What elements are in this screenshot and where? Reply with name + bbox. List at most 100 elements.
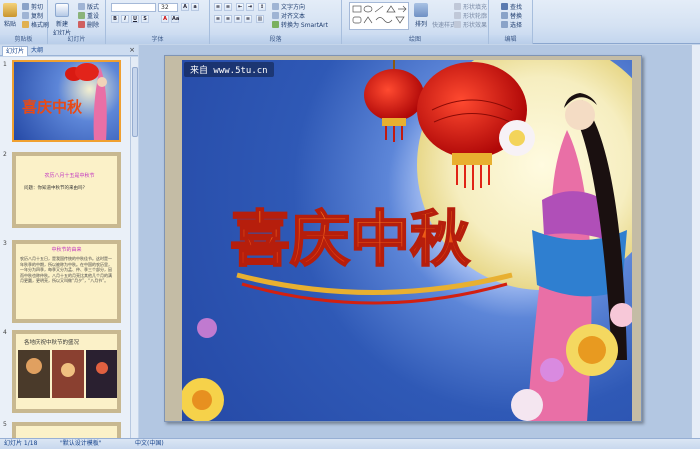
align-right-button[interactable]: ≡ — [234, 15, 242, 23]
scissors-icon — [22, 3, 29, 10]
slide-thumbnails: 1 喜庆中秋 2 农历八月十五是中秋节 问题：你知道中秋节的来由吗？ 3 中秋节… — [0, 57, 130, 438]
paste-button[interactable]: 粘贴 — [3, 3, 17, 28]
paste-icon — [3, 3, 17, 17]
thumb-text: 农历八月十五日，是我国传统的中秋佳节。这时是一年秋季的中期，所以被称为中秋。在中… — [20, 256, 112, 283]
layout-button[interactable]: 版式 — [78, 2, 99, 11]
effects-icon — [454, 21, 461, 28]
font-group: 32 A a B I U S A Aa 字体 — [106, 0, 210, 44]
slides-group-label: 幻灯片 — [48, 35, 105, 44]
thumb-number: 2 — [3, 151, 7, 158]
align-left-button[interactable]: ≡ — [214, 15, 222, 23]
decrease-indent-button[interactable]: ⇤ — [236, 3, 244, 11]
current-slide[interactable]: 喜庆中秋 来自 www.5tu.cn — [164, 55, 642, 422]
shape-effects-button[interactable]: 形状效果 — [454, 20, 487, 29]
thumb-number: 1 — [3, 61, 7, 68]
clear-format-button[interactable]: Aa — [171, 15, 179, 23]
numbering-button[interactable]: ≡ — [224, 3, 232, 11]
strikethrough-button[interactable]: S — [141, 15, 149, 23]
arrange-button[interactable]: 排列 — [414, 3, 428, 28]
thumbnail-scrollbar[interactable] — [130, 57, 138, 438]
slide-thumbnail-1[interactable]: 喜庆中秋 — [12, 60, 121, 142]
clipboard-group-label: 剪贴板 — [0, 35, 47, 44]
justify-button[interactable]: ≡ — [244, 15, 252, 23]
copy-icon — [22, 12, 29, 19]
slides-group: 新建 幻灯片 版式 重设 删除 幻灯片 — [48, 0, 106, 44]
copy-button[interactable]: 复制 — [22, 11, 43, 20]
layout-icon — [78, 3, 85, 10]
thumb-title: 农历八月十五是中秋节 — [44, 173, 95, 179]
format-painter-button[interactable]: 格式刷 — [22, 20, 49, 29]
replace-button[interactable]: 替换 — [501, 11, 522, 20]
replace-icon — [501, 12, 508, 19]
fill-icon — [454, 3, 461, 10]
smartart-button[interactable]: 转换为 SmartArt — [272, 20, 328, 29]
new-slide-icon — [55, 3, 69, 17]
shape-fill-button[interactable]: 形状填充 — [454, 2, 487, 11]
cut-button[interactable]: 剪切 — [22, 2, 43, 11]
tab-slides[interactable]: 幻灯片 — [2, 46, 29, 56]
text-direction-button[interactable]: 文字方向 — [272, 2, 305, 11]
slide-thumbnail-4[interactable]: 各地庆祝中秋节的盛况 — [12, 330, 121, 413]
font-group-label: 字体 — [106, 35, 209, 44]
theme-name: "默认设计模板" — [60, 440, 102, 447]
shrink-font-button[interactable]: a — [191, 3, 199, 11]
drawing-group-label: 绘图 — [342, 35, 488, 44]
underline-button[interactable]: U — [131, 15, 139, 23]
scrollbar-thumb[interactable] — [132, 67, 138, 137]
svg-text:喜庆中秋: 喜庆中秋 — [22, 98, 83, 116]
mid-autumn-artwork: 喜庆中秋 — [182, 60, 632, 421]
status-bar: 幻灯片 1/18 "默认设计模板" 中文(中国) — [0, 438, 700, 449]
clipboard-group: 粘贴 剪切 复制 格式刷 剪贴板 — [0, 0, 49, 44]
shapes-gallery[interactable] — [349, 2, 409, 30]
thumb-title: 各地庆祝中秋节的盛况 — [24, 340, 80, 346]
bold-button[interactable]: B — [111, 15, 119, 23]
font-name-combo[interactable] — [111, 3, 156, 12]
grow-font-button[interactable]: A — [181, 3, 189, 11]
photo-collage-icon — [18, 350, 117, 398]
panel-tabs: 幻灯片 大纲 × — [0, 45, 138, 56]
slide-count: 幻灯片 1/18 — [4, 440, 38, 447]
cursor-icon — [501, 21, 508, 28]
slide1-preview-icon: 喜庆中秋 — [22, 63, 107, 140]
bullets-button[interactable]: ≡ — [214, 3, 222, 11]
drawing-group: 排列 快速样式 形状填充 形状轮廓 形状效果 绘图 — [342, 0, 489, 44]
font-color-button[interactable]: A — [161, 15, 169, 23]
editor-scrollbar[interactable] — [691, 45, 700, 438]
line-spacing-button[interactable]: ↕ — [258, 3, 266, 11]
reset-button[interactable]: 重设 — [78, 11, 99, 20]
language: 中文(中国) — [135, 440, 164, 447]
reset-icon — [78, 12, 85, 19]
quick-styles-button[interactable]: 快速样式 — [432, 20, 456, 29]
slide-canvas: 喜庆中秋 来自 www.5tu.cn — [182, 60, 632, 421]
close-icon[interactable]: × — [129, 46, 135, 54]
delete-icon — [78, 21, 85, 28]
font-size-combo[interactable]: 32 — [158, 3, 178, 12]
increase-indent-button[interactable]: ⇥ — [246, 3, 254, 11]
delete-button[interactable]: 删除 — [78, 20, 99, 29]
paragraph-group: ≡ ≡ ⇤ ⇥ ↕ ≡ ≡ ≡ ≡ ▥ 文字方向 对齐文本 转换为 SmartA… — [210, 0, 342, 44]
select-button[interactable]: 选择 — [501, 20, 522, 29]
align-center-button[interactable]: ≡ — [224, 15, 232, 23]
italic-button[interactable]: I — [121, 15, 129, 23]
slide-thumbnail-2[interactable]: 农历八月十五是中秋节 问题：你知道中秋节的来由吗？ — [12, 152, 121, 228]
shape-outline-button[interactable]: 形状轮廓 — [454, 11, 487, 20]
arrange-icon — [414, 3, 428, 17]
align-text-button[interactable]: 对齐文本 — [272, 11, 305, 20]
editing-group-label: 编辑 — [489, 35, 532, 44]
slide-thumbnail-5[interactable] — [12, 422, 121, 438]
outline-icon — [454, 12, 461, 19]
shapes-icon — [352, 5, 407, 24]
binoculars-icon — [501, 3, 508, 10]
tab-outline[interactable]: 大纲 — [28, 46, 46, 56]
thumb-number: 5 — [3, 421, 7, 428]
smartart-icon — [272, 21, 279, 28]
watermark: 来自 www.5tu.cn — [184, 62, 274, 77]
new-slide-button[interactable]: 新建 幻灯片 — [53, 3, 71, 37]
columns-button[interactable]: ▥ — [256, 15, 264, 23]
thumb-text: 问题：你知道中秋节的来由吗？ — [24, 186, 87, 191]
title-art: 喜庆中秋 — [230, 205, 470, 275]
ribbon: 粘贴 剪切 复制 格式刷 剪贴板 新建 幻灯片 版式 重设 删除 幻灯片 32 … — [0, 0, 700, 44]
find-button[interactable]: 查找 — [501, 2, 522, 11]
thumb-number: 3 — [3, 240, 7, 247]
slide-thumbnail-3[interactable]: 中秋节的由来 农历八月十五日，是我国传统的中秋佳节。这时是一年秋季的中期，所以被… — [12, 240, 121, 323]
